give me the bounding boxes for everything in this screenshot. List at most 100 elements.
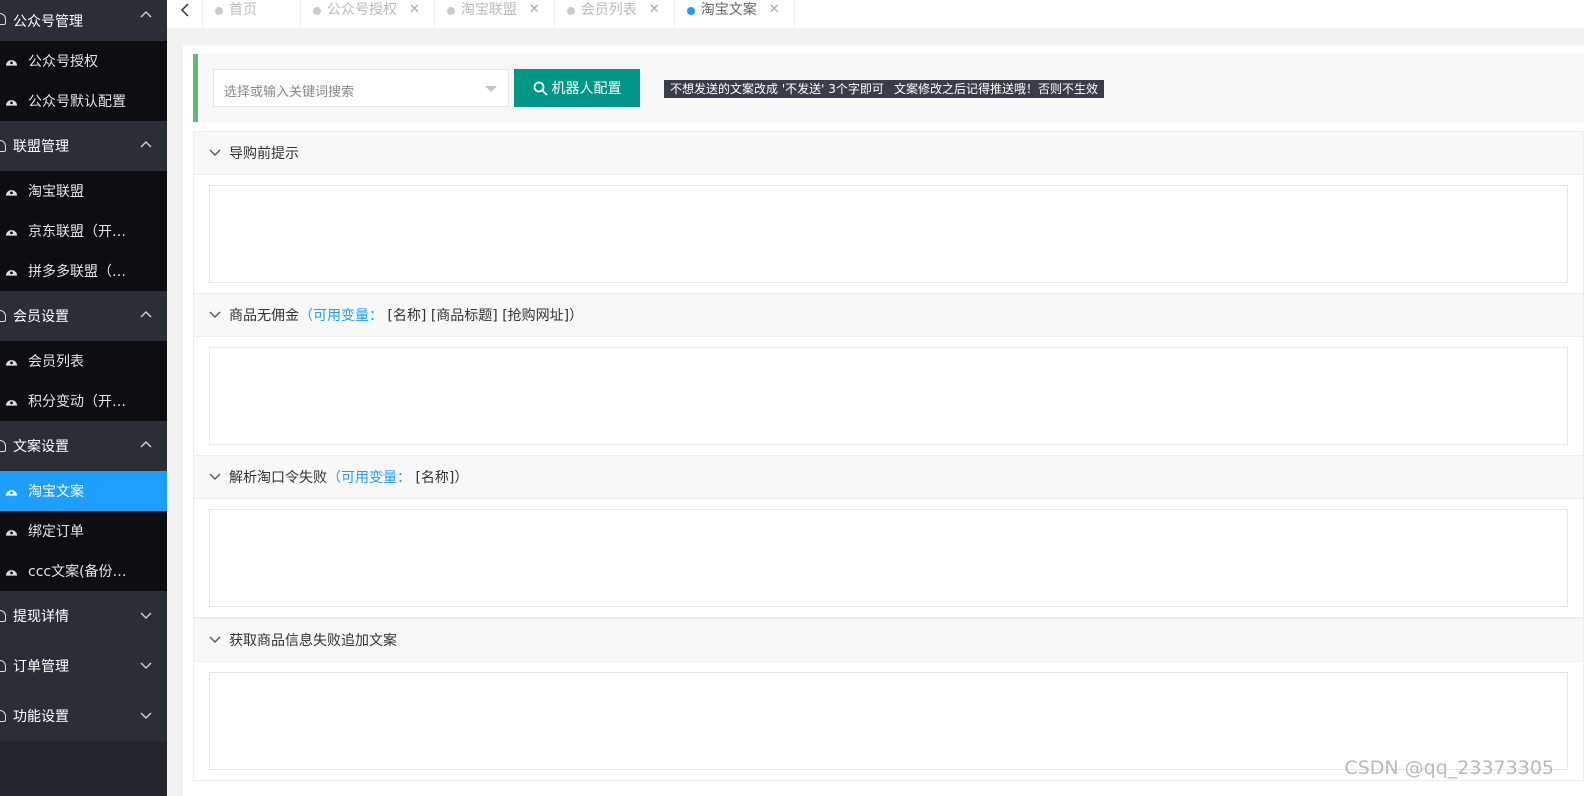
menu-group-icon [0,440,6,452]
tab-label: 会员列表 [580,1,637,18]
watermark: CSDN @qq_23373305 [1344,757,1554,779]
sidebar-submenu: 淘宝文案 绑定订单 ccc文案(备份… [0,471,167,591]
tab-label: 公众号授权 [327,1,397,18]
sidebar-group-copywriting[interactable]: 文案设置 [0,421,167,471]
keyword-search-select[interactable]: 选择或输入关键词搜索 [213,69,509,107]
tab-dot-icon [313,7,321,15]
chevron-down-icon [209,636,221,643]
section-title: 解析淘口令失败（可用变量： [名称]） [229,470,469,486]
close-icon[interactable]: ✕ [409,2,420,17]
tab-taobao-copy[interactable]: 淘宝文案 ✕ [675,0,795,29]
dashboard-icon [5,60,18,66]
copy-textarea[interactable] [209,347,1568,445]
section-title: 获取商品信息失败追加文案 [229,633,397,649]
menu-group-icon [0,13,6,25]
sidebar-group-label: 公众号管理 [13,13,83,30]
close-icon[interactable]: ✕ [769,2,780,17]
tab-taobao-union[interactable]: 淘宝联盟 ✕ [435,0,555,29]
dashboard-icon [5,100,18,106]
dashboard-icon [5,570,18,576]
sidebar-item-member-list[interactable]: 会员列表 [0,341,167,381]
sidebar-item-ccc-copy[interactable]: ccc文案(备份… [0,551,167,591]
section-body [194,499,1583,617]
sidebar-submenu: 淘宝联盟 京东联盟（开… 拼多多联盟（… [0,171,167,291]
dashboard-icon [5,190,18,196]
sidebar-item-label: 公众号授权 [28,54,98,70]
sidebar-item-jd-union[interactable]: 京东联盟（开… [0,211,167,251]
section-title: 商品无佣金（可用变量： [名称] [商品标题] [抢购网址]） [229,308,584,324]
section-pre-purchase: 导购前提示 [193,131,1584,294]
chevron-down-icon [140,662,152,670]
sidebar-group-withdraw[interactable]: 提现详情 [0,591,167,641]
tab-bar: 首页 公众号授权 ✕ 淘宝联盟 ✕ 会员列表 ✕ 淘宝文案 ✕ [167,0,1584,29]
tab-dot-icon [566,7,575,15]
section-header[interactable]: 导购前提示 [194,132,1583,175]
sidebar-group-label: 联盟管理 [13,139,69,155]
sidebar-item-bind-order[interactable]: 绑定订单 [0,511,167,551]
tab-gzh-auth[interactable]: 公众号授权 ✕ [301,0,435,29]
sidebar-item-taobao-copy[interactable]: 淘宝文案 [0,471,167,511]
copy-textarea[interactable] [209,509,1568,607]
sidebar-group-orders[interactable]: 订单管理 [0,641,167,691]
search-icon [533,81,548,96]
close-icon[interactable]: ✕ [529,2,540,17]
menu-group-icon [0,310,6,322]
menu-group-icon [0,660,6,672]
section-header[interactable]: 解析淘口令失败（可用变量： [名称]） [194,456,1583,499]
dashboard-icon [5,230,18,236]
sidebar-group-label: 会员设置 [13,309,69,325]
sidebar-item-label: 积分变动（开… [28,394,126,410]
toolbar: 选择或输入关键词搜索 机器人配置 不想发送的文案改成 '不发送' 3个字即可 文… [193,54,1584,122]
sidebar-item-gzh-auth[interactable]: 公众号授权 [0,41,167,81]
sidebar-group-features[interactable]: 功能设置 [0,691,167,741]
sidebar-group-label: 功能设置 [13,709,69,725]
dashboard-icon [5,490,18,496]
chevron-up-icon [140,140,152,148]
chevron-down-icon [140,712,152,720]
sidebar-item-points-change[interactable]: 积分变动（开… [0,381,167,421]
section-body [194,175,1583,293]
sidebar-item-label: 绑定订单 [28,524,84,540]
copy-textarea[interactable] [209,185,1568,283]
sidebar-item-pdd-union[interactable]: 拼多多联盟（… [0,251,167,291]
dashboard-icon [5,400,18,406]
tab-dot-icon [686,7,695,15]
tab-label: 淘宝文案 [700,1,757,18]
sidebar-group-label: 提现详情 [13,609,69,625]
sidebar-group-label: 文案设置 [13,439,69,455]
section-no-commission: 商品无佣金（可用变量： [名称] [商品标题] [抢购网址]） [193,293,1584,456]
close-icon[interactable]: ✕ [649,2,660,17]
chevron-down-icon [140,612,152,620]
robot-config-button[interactable]: 机器人配置 [514,69,640,107]
sidebar-item-label: 淘宝联盟 [28,184,84,200]
dropdown-caret-icon [485,86,497,92]
dashboard-icon [5,530,18,536]
tab-member-list[interactable]: 会员列表 ✕ [555,0,675,29]
sidebar-group-member[interactable]: 会员设置 [0,291,167,341]
sidebar-item-taobao-union[interactable]: 淘宝联盟 [0,171,167,211]
chevron-down-icon [209,149,221,156]
sidebar-group-label: 订单管理 [13,659,69,675]
menu-group-icon [0,710,6,722]
notice-badge: 不想发送的文案改成 '不发送' 3个字即可 [664,80,890,98]
section-parse-fail: 解析淘口令失败（可用变量： [名称]） [193,455,1584,618]
chevron-down-icon [209,473,221,480]
copy-textarea[interactable] [209,672,1568,770]
section-header[interactable]: 商品无佣金（可用变量： [名称] [商品标题] [抢购网址]） [194,294,1583,337]
sidebar-group-gzh[interactable]: 公众号管理 [0,0,167,41]
sidebar-item-label: 京东联盟（开… [28,224,126,240]
chevron-left-icon [180,2,189,17]
tab-dot-icon [446,7,455,15]
dashboard-icon [5,360,18,366]
chevron-up-icon [140,10,152,18]
sidebar-item-gzh-default[interactable]: 公众号默认配置 [0,81,167,121]
tab-dot-icon [215,7,223,15]
tab-home[interactable]: 首页 [203,0,301,29]
chevron-up-icon [140,310,152,318]
sidebar-group-union[interactable]: 联盟管理 [0,121,167,171]
tab-scroll-left-button[interactable] [167,0,203,29]
section-header[interactable]: 获取商品信息失败追加文案 [194,619,1583,662]
sidebar-item-label: 会员列表 [28,354,84,370]
section-title: 导购前提示 [229,146,299,162]
sidebar-nav: 公众号管理 公众号授权 公众号默认配置 联盟管理 淘宝联盟 京东联盟（开… 拼多… [0,0,167,796]
